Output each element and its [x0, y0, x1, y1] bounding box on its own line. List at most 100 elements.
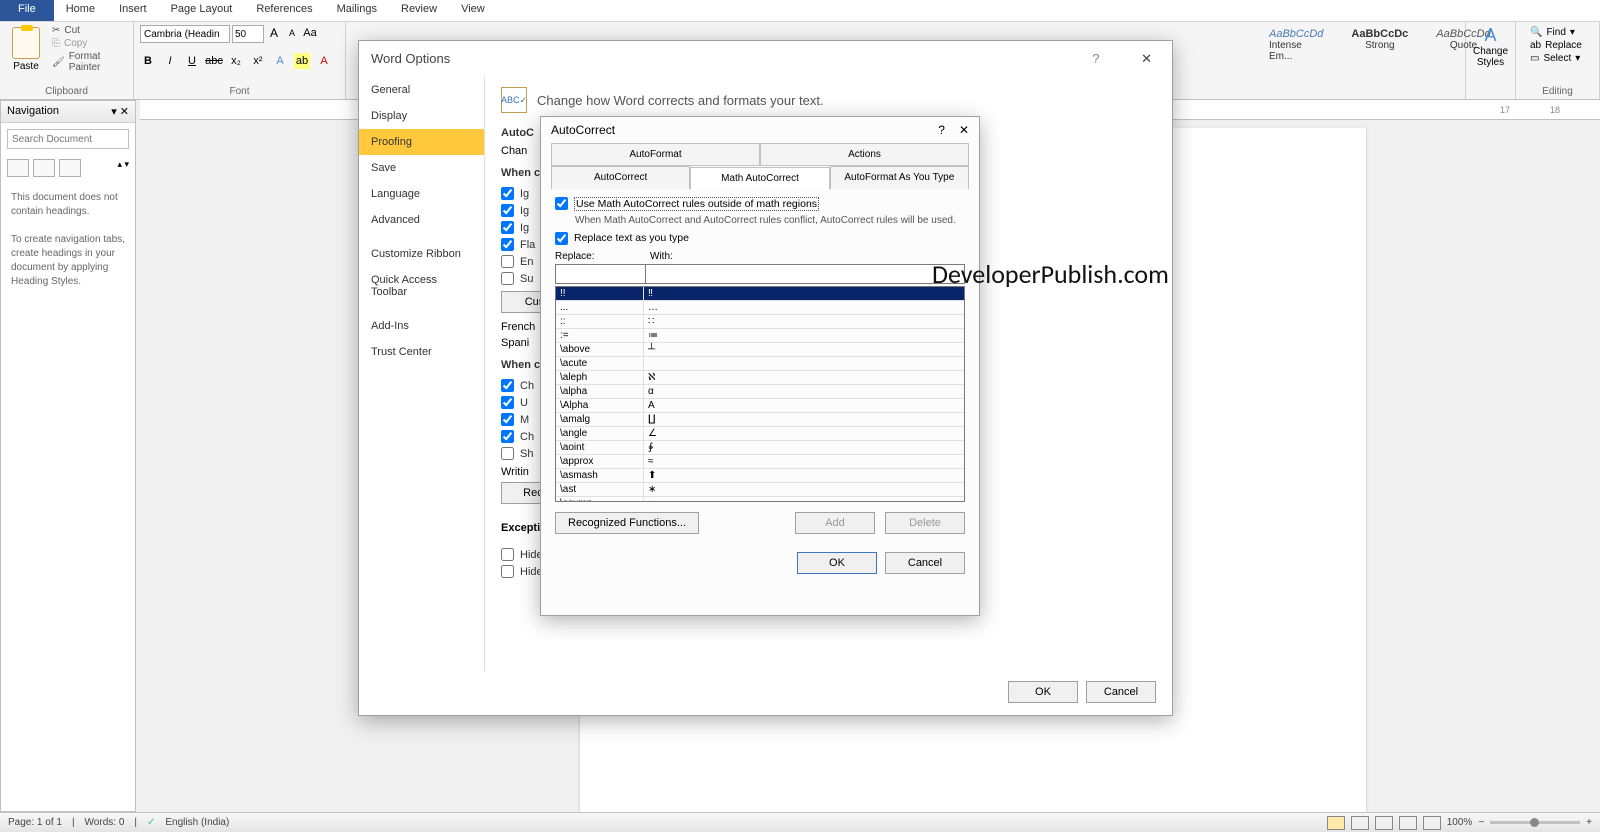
- status-page[interactable]: Page: 1 of 1: [8, 817, 62, 828]
- options-nav-trust-center[interactable]: Trust Center: [359, 339, 484, 365]
- change-styles-button[interactable]: A Change Styles: [1466, 22, 1516, 99]
- ac-tab-math-autocorrect[interactable]: Math AutoCorrect: [690, 167, 829, 190]
- autocorrect-help-icon[interactable]: ?: [938, 123, 945, 137]
- autocorrect-row[interactable]: \asymp≍: [556, 497, 964, 502]
- view-draft[interactable]: [1423, 816, 1441, 830]
- ac-tab-actions[interactable]: Actions: [760, 143, 969, 165]
- check-show-stats[interactable]: [501, 447, 514, 460]
- ac-tab-autocorrect[interactable]: AutoCorrect: [551, 166, 690, 189]
- autocorrect-cancel-button[interactable]: Cancel: [885, 552, 965, 574]
- italic-button[interactable]: I: [162, 53, 178, 69]
- options-nav-customize-ribbon[interactable]: Customize Ribbon: [359, 241, 484, 267]
- zoom-handle[interactable]: [1530, 818, 1539, 827]
- zoom-in-button[interactable]: +: [1586, 817, 1592, 828]
- font-color-button[interactable]: A: [316, 53, 332, 69]
- paste-button[interactable]: Paste: [6, 25, 46, 74]
- nav-tab-pages[interactable]: [33, 159, 55, 177]
- delete-button[interactable]: Delete: [885, 512, 965, 534]
- nav-tab-headings[interactable]: [7, 159, 29, 177]
- tab-references[interactable]: References: [244, 0, 324, 21]
- strikethrough-button[interactable]: abc: [206, 53, 222, 69]
- options-close-button[interactable]: ✕: [1133, 51, 1160, 66]
- tab-home[interactable]: Home: [54, 0, 107, 21]
- autocorrect-list[interactable]: !!‼...…::∷:=≔\above┴\acute\alephℵ\alphaα…: [555, 286, 965, 502]
- shrink-font-button[interactable]: A: [284, 25, 300, 41]
- autocorrect-row[interactable]: \aoint∳: [556, 441, 964, 455]
- status-language[interactable]: English (India): [165, 817, 229, 828]
- format-painter-button[interactable]: 🖌Format Painter: [52, 51, 127, 73]
- check-suggest[interactable]: [501, 272, 514, 285]
- status-words[interactable]: Words: 0: [85, 817, 125, 828]
- options-nav-qat[interactable]: Quick Access Toolbar: [359, 267, 484, 305]
- check-contextual[interactable]: [501, 396, 514, 409]
- autocorrect-row[interactable]: \AlphaΑ: [556, 399, 964, 413]
- autocorrect-row[interactable]: !!‼: [556, 287, 964, 301]
- autocorrect-ok-button[interactable]: OK: [797, 552, 877, 574]
- underline-button[interactable]: U: [184, 53, 200, 69]
- view-full-screen[interactable]: [1351, 816, 1369, 830]
- find-button[interactable]: 🔍Find ▾: [1530, 27, 1585, 38]
- view-web-layout[interactable]: [1375, 816, 1393, 830]
- nav-dropdown-icon[interactable]: ▾: [111, 106, 117, 118]
- autocorrect-row[interactable]: ...…: [556, 301, 964, 315]
- superscript-button[interactable]: x²: [250, 53, 266, 69]
- tab-view[interactable]: View: [449, 0, 497, 21]
- options-nav-language[interactable]: Language: [359, 181, 484, 207]
- tab-review[interactable]: Review: [389, 0, 449, 21]
- autocorrect-row[interactable]: \alphaα: [556, 385, 964, 399]
- options-nav-display[interactable]: Display: [359, 103, 484, 129]
- options-cancel-button[interactable]: Cancel: [1086, 681, 1156, 703]
- spellcheck-icon[interactable]: ✓: [147, 817, 155, 828]
- options-nav-general[interactable]: General: [359, 77, 484, 103]
- style-strong[interactable]: AaBbCcDc Strong: [1342, 25, 1417, 65]
- autocorrect-row[interactable]: \ast∗: [556, 483, 964, 497]
- navigation-search-input[interactable]: [7, 129, 129, 149]
- autocorrect-row[interactable]: \asmash⬆: [556, 469, 964, 483]
- check-hide-spelling[interactable]: [501, 548, 514, 561]
- options-nav-addins[interactable]: Add-Ins: [359, 313, 484, 339]
- options-nav-save[interactable]: Save: [359, 155, 484, 181]
- nav-collapse-icon[interactable]: ▴ ▾: [117, 159, 129, 177]
- subscript-button[interactable]: x₂: [228, 53, 244, 69]
- view-print-layout[interactable]: [1327, 816, 1345, 830]
- select-button[interactable]: ▭Select ▾: [1530, 53, 1585, 64]
- cut-button[interactable]: ✂Cut: [52, 25, 127, 36]
- replace-button[interactable]: abReplace: [1530, 40, 1585, 51]
- check-enforce[interactable]: [501, 255, 514, 268]
- tab-file[interactable]: File: [0, 0, 54, 21]
- check-ignore-3[interactable]: [501, 221, 514, 234]
- view-outline[interactable]: [1399, 816, 1417, 830]
- replace-input[interactable]: [555, 264, 646, 284]
- check-flag[interactable]: [501, 238, 514, 251]
- check-use-math-outside[interactable]: [555, 197, 568, 210]
- with-input[interactable]: [646, 264, 965, 284]
- zoom-out-button[interactable]: −: [1478, 817, 1484, 828]
- check-ignore-1[interactable]: [501, 187, 514, 200]
- nav-close-icon[interactable]: ✕: [120, 106, 129, 118]
- check-hide-grammar[interactable]: [501, 565, 514, 578]
- options-help-icon[interactable]: ?: [1092, 51, 1099, 66]
- check-grammar[interactable]: [501, 413, 514, 426]
- autocorrect-row[interactable]: :=≔: [556, 329, 964, 343]
- check-spelling[interactable]: [501, 379, 514, 392]
- options-nav-advanced[interactable]: Advanced: [359, 207, 484, 233]
- autocorrect-row[interactable]: \amalg∐: [556, 413, 964, 427]
- bold-button[interactable]: B: [140, 53, 156, 69]
- check-grammar-with-spelling[interactable]: [501, 430, 514, 443]
- ac-tab-autoformat[interactable]: AutoFormat: [551, 143, 760, 165]
- autocorrect-row[interactable]: \approx≈: [556, 455, 964, 469]
- autocorrect-row[interactable]: \above┴: [556, 343, 964, 357]
- autocorrect-row[interactable]: ::∷: [556, 315, 964, 329]
- font-size-select[interactable]: [232, 25, 264, 43]
- autocorrect-row[interactable]: \angle∠: [556, 427, 964, 441]
- nav-tab-results[interactable]: [59, 159, 81, 177]
- style-intense-emphasis[interactable]: AaBbCcDd Intense Em...: [1260, 25, 1332, 65]
- options-ok-button[interactable]: OK: [1008, 681, 1078, 703]
- change-case-button[interactable]: Aa: [302, 25, 318, 41]
- copy-button[interactable]: ⎘Copy: [52, 38, 127, 49]
- add-button[interactable]: Add: [795, 512, 875, 534]
- check-ignore-2[interactable]: [501, 204, 514, 217]
- check-replace-as-you-type[interactable]: [555, 232, 568, 245]
- text-effects-button[interactable]: A: [272, 53, 288, 69]
- recognized-functions-button[interactable]: Recognized Functions...: [555, 512, 699, 534]
